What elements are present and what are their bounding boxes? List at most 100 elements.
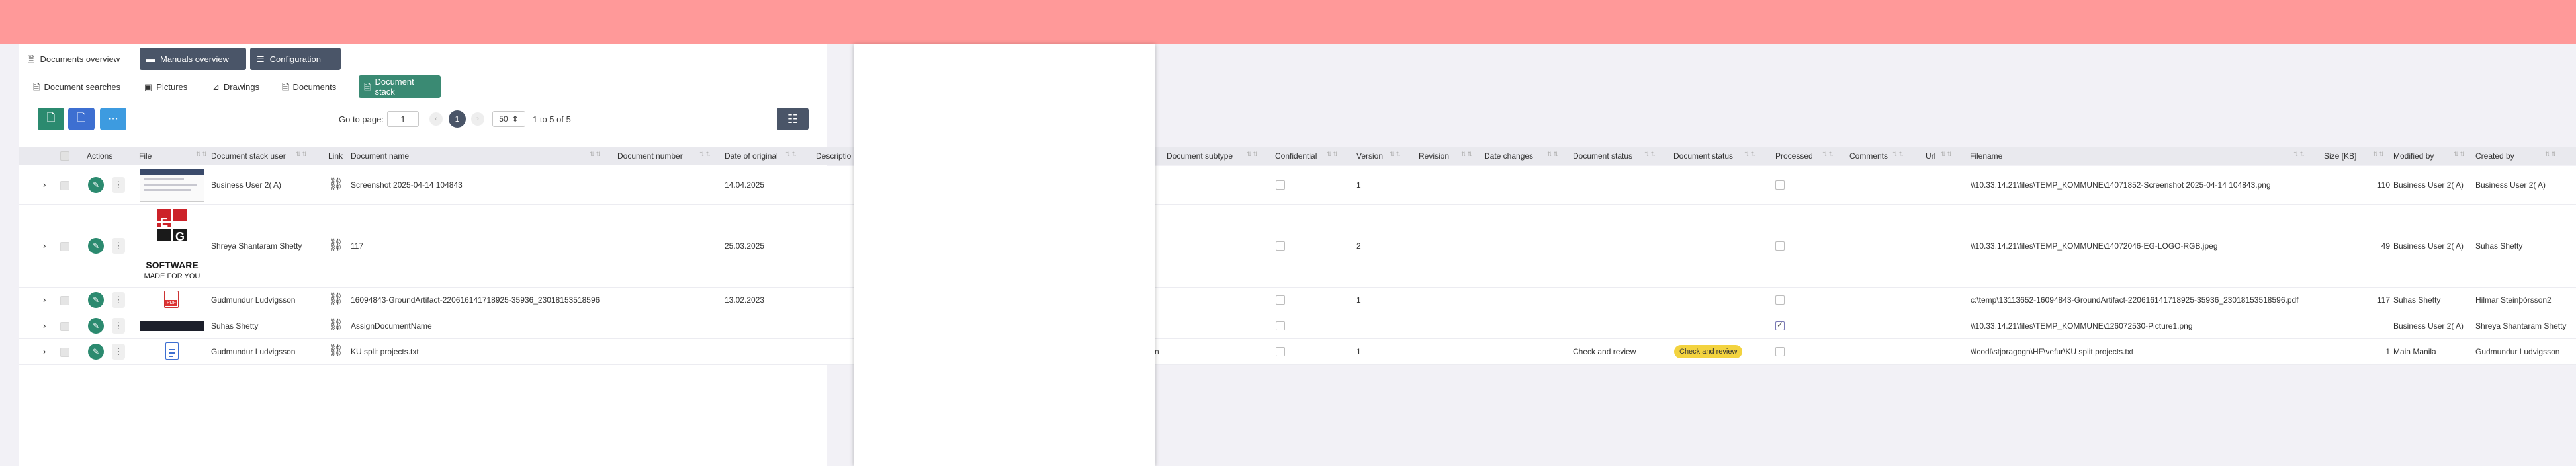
- expand-row-icon[interactable]: ›: [43, 321, 46, 330]
- confidential-checkbox[interactable]: [1276, 241, 1285, 251]
- more-actions-button[interactable]: ···: [100, 108, 126, 130]
- sort-icon[interactable]: ⇅⇅: [196, 151, 208, 158]
- sort-icon[interactable]: ⇅⇅: [2454, 151, 2466, 158]
- row-select-checkbox[interactable]: [60, 322, 69, 331]
- col-file[interactable]: File: [139, 147, 152, 165]
- next-page-button[interactable]: ›: [471, 112, 484, 126]
- sort-icon[interactable]: ⇅⇅: [1941, 151, 1953, 158]
- col-modified-by[interactable]: Modified by: [2393, 147, 2434, 165]
- list-view-button[interactable]: ☷: [777, 108, 809, 130]
- processed-checkbox[interactable]: [1775, 180, 1785, 190]
- edit-button[interactable]: ✎: [88, 344, 104, 360]
- sort-icon[interactable]: ⇅⇅: [1461, 151, 1474, 158]
- col-url[interactable]: Url: [1926, 147, 1935, 165]
- edit-button[interactable]: ✎: [88, 318, 104, 334]
- processed-checkbox[interactable]: [1775, 347, 1785, 356]
- sort-icon[interactable]: ⇅⇅: [1247, 151, 1259, 158]
- expand-row-icon[interactable]: ›: [43, 295, 46, 305]
- link-icon[interactable]: ⛓: [328, 318, 343, 332]
- link-icon[interactable]: ⛓: [328, 292, 343, 306]
- current-page-button[interactable]: 1: [449, 110, 466, 128]
- sort-icon[interactable]: ⇅⇅: [1744, 151, 1757, 158]
- sort-icon[interactable]: ⇅⇅: [1547, 151, 1560, 158]
- subtab-pictures[interactable]: ▣ Pictures: [139, 75, 193, 98]
- subtab-document-stack[interactable]: 🗎 Document stack: [359, 75, 441, 98]
- processed-checkbox[interactable]: [1775, 241, 1785, 251]
- confidential-checkbox[interactable]: [1276, 321, 1285, 330]
- overlay-panel: [854, 44, 1155, 466]
- col-document-subtype[interactable]: Document subtype: [1167, 147, 1233, 165]
- select-all-checkbox[interactable]: [60, 151, 69, 161]
- edit-button[interactable]: ✎: [88, 238, 104, 254]
- row-select-checkbox[interactable]: [60, 242, 69, 251]
- page-size-select[interactable]: 50 ⇕: [492, 111, 525, 127]
- processed-checkbox[interactable]: [1775, 295, 1785, 305]
- expand-row-icon[interactable]: ›: [43, 346, 46, 356]
- upload-document-button[interactable]: 🗋: [68, 108, 95, 130]
- processed-checkbox[interactable]: [1775, 320, 1785, 330]
- sort-icon[interactable]: ⇅⇅: [1892, 151, 1905, 158]
- col-created-by[interactable]: Created by: [2475, 147, 2514, 165]
- file-thumbnail[interactable]: [140, 169, 204, 202]
- col-description[interactable]: Descriptio: [816, 147, 851, 165]
- sort-icon[interactable]: ⇅⇅: [590, 151, 602, 158]
- col-size[interactable]: Size [KB]: [2324, 147, 2356, 165]
- row-menu-button[interactable]: ⋮: [112, 344, 125, 360]
- sort-icon[interactable]: ⇅⇅: [2293, 151, 2306, 158]
- col-comments[interactable]: Comments: [1849, 147, 1888, 165]
- tab-manuals-overview[interactable]: ▬ Manuals overview: [140, 48, 246, 70]
- link-icon[interactable]: ⛓: [328, 344, 343, 358]
- col-document-status[interactable]: Document status: [1573, 147, 1632, 165]
- col-version[interactable]: Version: [1356, 147, 1383, 165]
- row-menu-button[interactable]: ⋮: [112, 292, 125, 308]
- col-document-name[interactable]: Document name: [351, 147, 409, 165]
- sort-icon[interactable]: ⇅⇅: [1327, 151, 1339, 158]
- col-document-status-2[interactable]: Document status: [1673, 147, 1733, 165]
- link-icon[interactable]: ⛓: [328, 238, 343, 252]
- col-filename[interactable]: Filename: [1970, 147, 2002, 165]
- row-select-checkbox[interactable]: [60, 348, 69, 357]
- col-revision[interactable]: Revision: [1419, 147, 1449, 165]
- row-menu-button[interactable]: ⋮: [112, 318, 125, 334]
- sort-icon[interactable]: ⇅⇅: [2373, 151, 2385, 158]
- text-file-icon[interactable]: [165, 342, 179, 360]
- subtab-documents[interactable]: 🗎 Documents: [277, 75, 341, 98]
- col-date-original[interactable]: Date of original: [725, 147, 778, 165]
- col-date-changes[interactable]: Date changes: [1484, 147, 1533, 165]
- sort-icon[interactable]: ⇅⇅: [1390, 151, 1402, 158]
- goto-page-input[interactable]: [387, 111, 419, 127]
- sort-icon[interactable]: ⇅⇅: [1644, 151, 1657, 158]
- edit-button[interactable]: ✎: [88, 292, 104, 308]
- sort-icon[interactable]: ⇅⇅: [2545, 151, 2557, 158]
- confidential-checkbox[interactable]: [1276, 347, 1285, 356]
- new-document-button[interactable]: 🗋: [38, 108, 64, 130]
- col-processed[interactable]: Processed: [1775, 147, 1813, 165]
- row-menu-button[interactable]: ⋮: [112, 177, 125, 193]
- sort-icon[interactable]: ⇅⇅: [699, 151, 712, 158]
- confidential-checkbox[interactable]: [1276, 180, 1285, 190]
- row-menu-button[interactable]: ⋮: [112, 238, 125, 254]
- tab-documents-overview[interactable]: 🗎 Documents overview: [21, 48, 126, 70]
- link-icon[interactable]: ⛓: [328, 177, 343, 191]
- edit-button[interactable]: ✎: [88, 177, 104, 193]
- pdf-file-icon[interactable]: PDF: [164, 291, 179, 308]
- subtab-document-searches[interactable]: 🗎 Document searches: [28, 75, 126, 98]
- tab-configuration[interactable]: ☰ Configuration: [250, 48, 341, 70]
- sort-icon[interactable]: ⇅⇅: [785, 151, 798, 158]
- row-select-checkbox[interactable]: [60, 181, 69, 190]
- sort-icon[interactable]: ⇅⇅: [296, 151, 308, 158]
- expand-row-icon[interactable]: ›: [43, 241, 46, 251]
- col-document-number[interactable]: Document number: [617, 147, 683, 165]
- sort-icon[interactable]: ⇅⇅: [1822, 151, 1835, 158]
- subtab-drawings[interactable]: ⊿ Drawings: [207, 75, 265, 98]
- document-subtype: n: [1155, 347, 1159, 356]
- file-thumbnail[interactable]: E G SOFTWARE MADE FOR YOU: [140, 207, 204, 285]
- status-badge: Check and review: [1674, 345, 1743, 358]
- col-confidential[interactable]: Confidential: [1275, 147, 1317, 165]
- confidential-checkbox[interactable]: [1276, 295, 1285, 305]
- col-stack-user[interactable]: Document stack user: [211, 147, 286, 165]
- file-thumbnail[interactable]: [140, 321, 204, 331]
- row-select-checkbox[interactable]: [60, 296, 69, 305]
- prev-page-button[interactable]: ‹: [429, 112, 443, 126]
- expand-row-icon[interactable]: ›: [43, 180, 46, 190]
